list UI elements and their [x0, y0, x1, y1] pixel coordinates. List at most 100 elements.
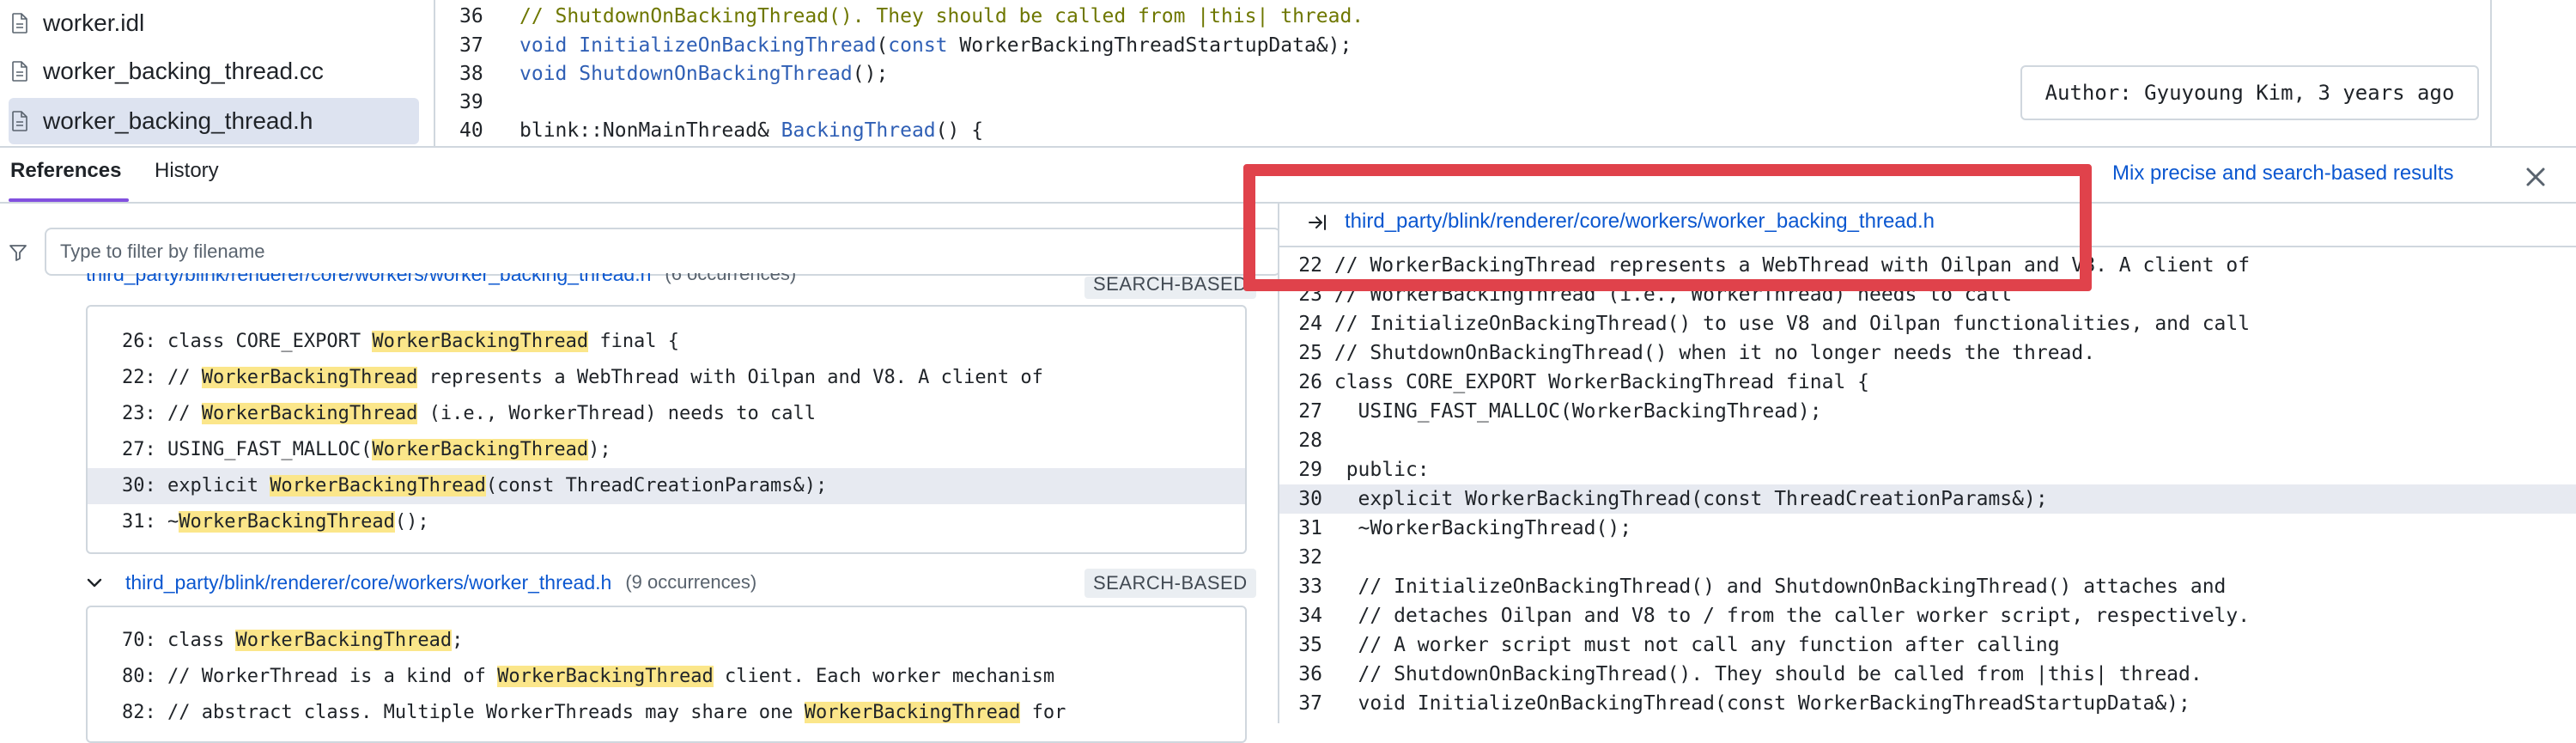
- preview-code-line: 35 // A worker script must not call any …: [1279, 630, 2576, 660]
- result-line[interactable]: 23: // WorkerBackingThread (i.e., Worker…: [88, 396, 1245, 432]
- file-tree: worker.idl worker_backing_thread.cc work…: [0, 0, 425, 146]
- search-based-badge: SEARCH-BASED: [1084, 569, 1256, 598]
- tab-references[interactable]: References: [10, 159, 121, 193]
- result-line[interactable]: 27: USING_FAST_MALLOC(WorkerBackingThrea…: [88, 432, 1245, 468]
- result-line-text: represents a WebThread with Oilpan and V…: [417, 367, 1043, 388]
- file-tree-item-label: worker_backing_thread.cc: [43, 58, 324, 84]
- match-highlight: WorkerBackingThread: [804, 702, 1021, 723]
- match-highlight: WorkerBackingThread: [201, 403, 418, 424]
- code-keyword: void: [519, 34, 568, 57]
- code-text: USING_FAST_MALLOC(WorkerBackingThread);: [1334, 400, 1822, 423]
- file-tree-item-label: worker.idl: [43, 9, 145, 36]
- preview-code-line: 37 void InitializeOnBackingThread(const …: [1279, 689, 2576, 718]
- result-line-text: 82: // abstract class. Multiple WorkerTh…: [122, 702, 805, 723]
- code-text: // detaches Oilpan and V8 to / from the …: [1334, 605, 2251, 627]
- file-tree-item-selected[interactable]: worker_backing_thread.h: [9, 98, 419, 144]
- result-line-text: ;: [452, 630, 464, 651]
- file-tree-item[interactable]: worker_backing_thread.cc: [9, 48, 419, 94]
- match-highlight: WorkerBackingThread: [179, 511, 395, 533]
- code-function: BackingThread: [781, 119, 936, 142]
- file-tree-item-label: worker_backing_thread.h: [43, 107, 313, 134]
- line-number: 31: [1298, 517, 1322, 539]
- file-icon: [12, 61, 27, 82]
- result-line[interactable]: 80: // WorkerThread is a kind of WorkerB…: [88, 659, 1245, 695]
- result-line-text: 80: // WorkerThread is a kind of: [122, 666, 498, 687]
- result-snippet-box: 70: class WorkerBackingThread; 80: // Wo…: [86, 606, 1247, 743]
- line-number: 36: [1298, 663, 1322, 685]
- filter-input[interactable]: [45, 228, 1281, 276]
- line-number: 27: [1298, 400, 1322, 423]
- result-line-text: 30: explicit: [122, 475, 270, 496]
- file-tree-item[interactable]: worker.idl: [9, 0, 419, 46]
- preview-code-line: 31 ~WorkerBackingThread();: [1279, 514, 2576, 543]
- preview-code-line: 27 USING_FAST_MALLOC(WorkerBackingThread…: [1279, 397, 2576, 426]
- code-function: InitializeOnBackingThread: [579, 34, 877, 57]
- line-number: 37: [1298, 692, 1322, 715]
- result-line[interactable]: 22: // WorkerBackingThread represents a …: [88, 360, 1245, 396]
- tab-history[interactable]: History: [155, 159, 219, 193]
- line-number: 38: [459, 63, 483, 85]
- preview-code-line: 33 // InitializeOnBackingThread() and Sh…: [1279, 572, 2576, 601]
- filter-icon: [9, 245, 27, 261]
- code-text: WorkerBackingThreadStartupData&);: [947, 34, 1352, 57]
- result-file-header[interactable]: third_party/blink/renderer/core/workers/…: [86, 273, 796, 299]
- code-text: // A worker script must not call any fun…: [1334, 634, 2060, 656]
- mix-results-link[interactable]: Mix precise and search-based results: [2112, 161, 2454, 186]
- chevron-down-icon[interactable]: [84, 573, 105, 594]
- result-line-text: 70: class: [122, 630, 236, 651]
- code-text: // InitializeOnBackingThread() to use V8…: [1334, 313, 2251, 335]
- match-highlight: WorkerBackingThread: [372, 331, 589, 352]
- line-number: 34: [1298, 605, 1322, 627]
- panel-divider[interactable]: [0, 146, 2576, 148]
- line-number: 36: [459, 5, 483, 27]
- line-number: 32: [1298, 546, 1322, 569]
- result-occurrence-count: (9 occurrences): [625, 571, 757, 593]
- code-text: // InitializeOnBackingThread() and Shutd…: [1334, 576, 2227, 598]
- code-text: void InitializeOnBackingThread(const Wor…: [1334, 692, 2190, 715]
- code-text: (: [876, 34, 889, 57]
- preview-code-line: 25 // ShutdownOnBackingThread() when it …: [1279, 338, 2576, 368]
- code-text: class CORE_EXPORT WorkerBackingThread fi…: [1334, 371, 1869, 393]
- code-line: 38 void ShutdownOnBackingThread();: [438, 59, 888, 88]
- match-highlight: WorkerBackingThread: [497, 666, 714, 687]
- result-line-text: final {: [588, 331, 680, 352]
- line-number: 26: [1298, 371, 1322, 393]
- line-number: 30: [1298, 488, 1322, 510]
- match-highlight: WorkerBackingThread: [270, 475, 486, 496]
- result-file-path[interactable]: third_party/blink/renderer/core/workers/…: [86, 273, 651, 286]
- code-text: ();: [852, 63, 889, 85]
- result-line[interactable]: 31: ~WorkerBackingThread();: [88, 504, 1245, 540]
- result-line[interactable]: 70: class WorkerBackingThread;: [88, 623, 1245, 659]
- code-line: 39: [438, 88, 519, 117]
- scrollbar-divider: [2490, 0, 2492, 146]
- close-icon[interactable]: [2520, 161, 2551, 192]
- result-file-header[interactable]: third_party/blink/renderer/core/workers/…: [125, 565, 756, 600]
- annotation-highlight-box: [1243, 164, 2092, 291]
- result-line[interactable]: 26: class CORE_EXPORT WorkerBackingThrea…: [88, 324, 1245, 360]
- result-occurrence-count: (6 occurrences): [665, 273, 797, 284]
- line-number: 33: [1298, 576, 1322, 598]
- preview-code-line: 26 class CORE_EXPORT WorkerBackingThread…: [1279, 368, 2576, 397]
- code-text: // ShutdownOnBackingThread(). They shoul…: [1334, 663, 2202, 685]
- result-line-text: 26: class CORE_EXPORT: [122, 331, 373, 352]
- code-line: 36 // ShutdownOnBackingThread(). They sho…: [438, 2, 1364, 31]
- file-icon: [12, 13, 27, 33]
- line-number: 28: [1298, 429, 1322, 452]
- result-file-path[interactable]: third_party/blink/renderer/core/workers/…: [125, 571, 611, 594]
- result-line[interactable]: 82: // abstract class. Multiple WorkerTh…: [88, 695, 1245, 731]
- result-line-text: ();: [394, 511, 429, 533]
- code-text: public:: [1334, 459, 1430, 481]
- line-number: 25: [1298, 342, 1322, 364]
- match-highlight: WorkerBackingThread: [372, 439, 589, 460]
- tree-divider[interactable]: [434, 0, 435, 146]
- code-line: 37 void InitializeOnBackingThread(const W…: [438, 31, 1352, 60]
- line-number: 40: [459, 119, 483, 142]
- blame-tooltip: Author: Gyuyoung Kim, 3 years ago: [2020, 65, 2479, 120]
- line-number: 39: [459, 91, 483, 113]
- result-line-text: (const ThreadCreationParams&);: [485, 475, 828, 496]
- result-line-selected[interactable]: 30: explicit WorkerBackingThread(const T…: [88, 468, 1245, 504]
- preview-code-line: 28: [1279, 426, 2576, 455]
- code-text: ~WorkerBackingThread();: [1334, 517, 1632, 539]
- code-text: // ShutdownOnBackingThread() when it no …: [1334, 342, 2096, 364]
- code-function: ShutdownOnBackingThread: [579, 63, 853, 85]
